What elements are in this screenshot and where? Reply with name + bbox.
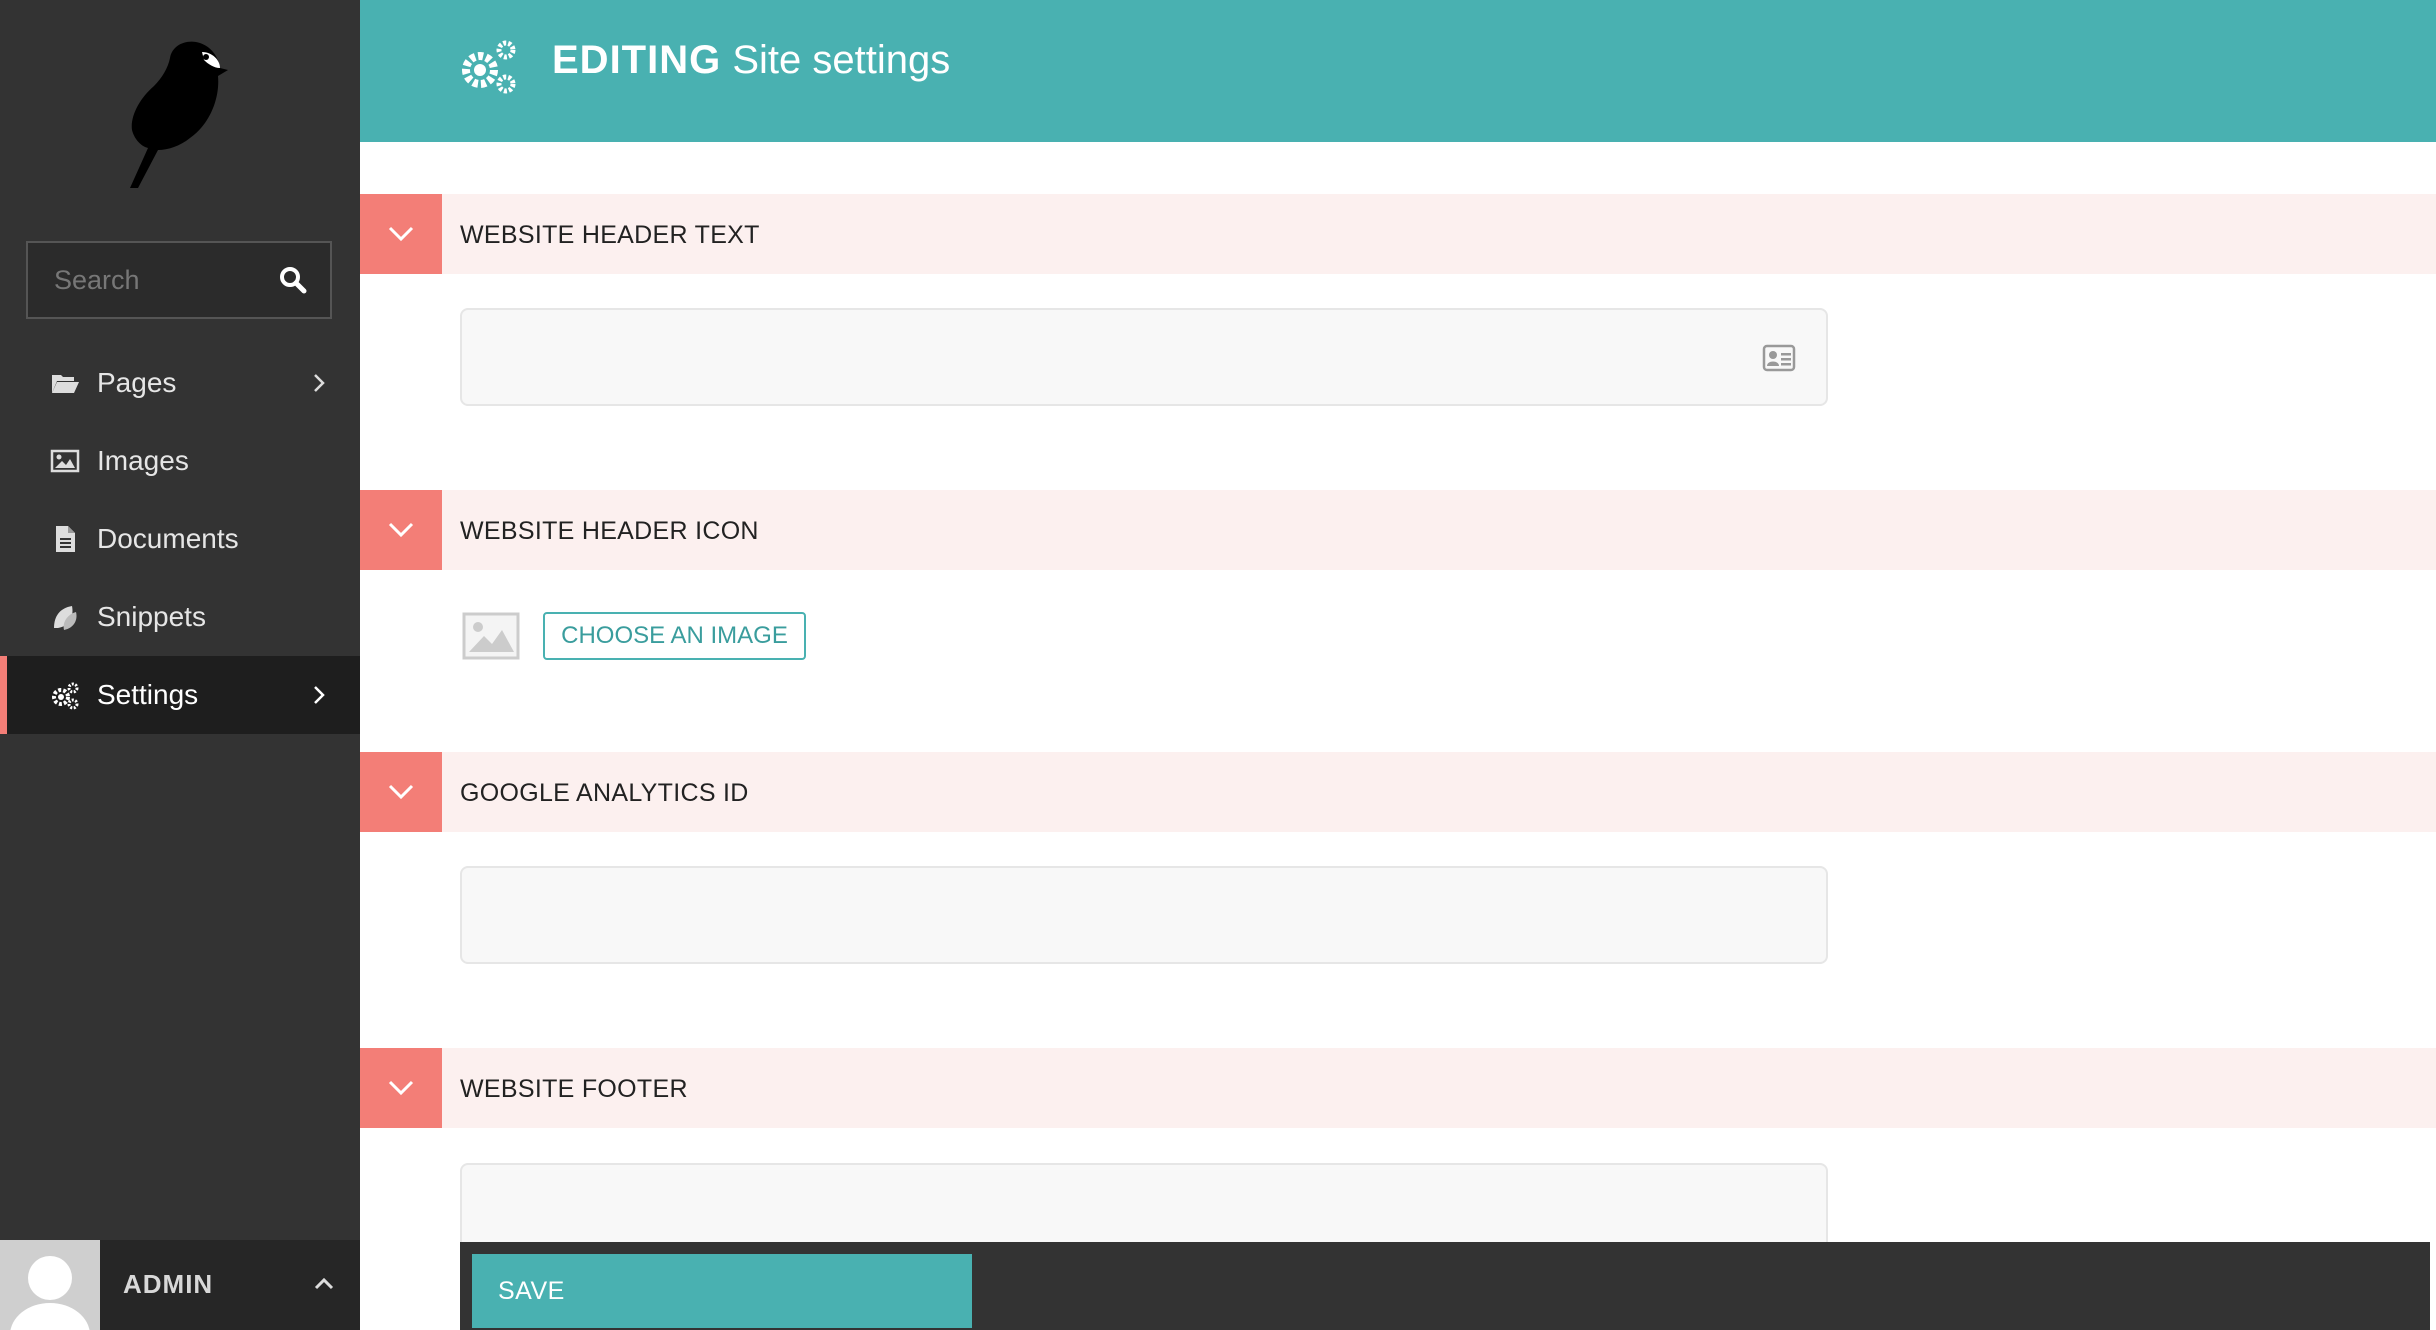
website-header-text-input[interactable] — [460, 308, 1828, 406]
wagtail-logo-icon[interactable] — [110, 38, 240, 193]
menu-item-label: Pages — [97, 367, 177, 398]
chevron-down-icon — [388, 522, 414, 538]
image-placeholder-icon — [462, 612, 520, 660]
account-name: ADMIN — [123, 1269, 214, 1299]
default-avatar-icon — [10, 1256, 90, 1330]
menu-item-label: Images — [97, 445, 189, 476]
search-box — [26, 241, 332, 319]
menu-item-pages[interactable]: Pages — [0, 344, 360, 422]
section-toggle-button[interactable] — [360, 1048, 442, 1128]
cogs-icon — [52, 682, 79, 710]
section-toggle-button[interactable] — [360, 490, 442, 570]
avatar — [0, 1240, 100, 1330]
menu-item-label: Snippets — [97, 601, 206, 632]
menu-item-snippets[interactable]: Snippets — [0, 578, 360, 656]
chevron-right-icon — [314, 374, 325, 392]
page-title-text: Site settings — [732, 38, 951, 82]
chevron-down-icon — [388, 1080, 414, 1096]
section-title: WEBSITE HEADER TEXT — [460, 221, 760, 249]
google-analytics-id-input[interactable] — [460, 866, 1828, 964]
footer-action-bar: SAVE — [460, 1242, 2430, 1330]
page-header: EDITING Site settings — [360, 0, 2436, 142]
account-menu[interactable]: ADMIN — [0, 1240, 360, 1330]
section-toggle-button[interactable] — [360, 194, 442, 274]
snippet-icon — [54, 606, 77, 630]
chevron-up-icon[interactable] — [312, 1272, 336, 1296]
sidebar: Pages Images Documents — [0, 0, 360, 1330]
section-toggle-button[interactable] — [360, 752, 442, 832]
folder-open-icon — [52, 375, 79, 393]
section-website-header-icon: WEBSITE HEADER ICON — [360, 490, 2436, 570]
choose-image-button[interactable]: CHOOSE AN IMAGE — [543, 612, 806, 660]
section-title: WEBSITE HEADER ICON — [460, 517, 759, 545]
search-icon[interactable] — [278, 265, 308, 295]
menu-item-documents[interactable]: Documents — [0, 500, 360, 578]
chevron-right-icon — [314, 686, 325, 704]
section-website-footer: WEBSITE FOOTER — [360, 1048, 2436, 1128]
search-input[interactable] — [28, 243, 268, 317]
section-title: GOOGLE ANALYTICS ID — [460, 779, 749, 807]
chevron-down-icon — [388, 226, 414, 242]
menu-item-label: Settings — [97, 679, 199, 710]
main-menu: Pages Images Documents Snippets Settings — [0, 344, 360, 734]
chevron-down-icon — [388, 784, 414, 800]
cogs-icon — [462, 40, 516, 94]
section-title: WEBSITE FOOTER — [460, 1075, 688, 1103]
save-button[interactable]: SAVE — [472, 1254, 972, 1328]
image-icon — [50, 449, 80, 473]
menu-item-label: Documents — [97, 523, 239, 554]
document-icon — [56, 526, 75, 552]
page-title: EDITING Site settings — [552, 38, 950, 83]
contact-card-icon — [1762, 344, 1796, 372]
section-website-header-text: WEBSITE HEADER TEXT — [360, 194, 2436, 274]
menu-item-images[interactable]: Images — [0, 422, 360, 500]
page-action: EDITING — [552, 38, 722, 82]
section-google-analytics-id: GOOGLE ANALYTICS ID — [360, 752, 2436, 832]
menu-item-settings[interactable]: Settings — [0, 656, 360, 734]
